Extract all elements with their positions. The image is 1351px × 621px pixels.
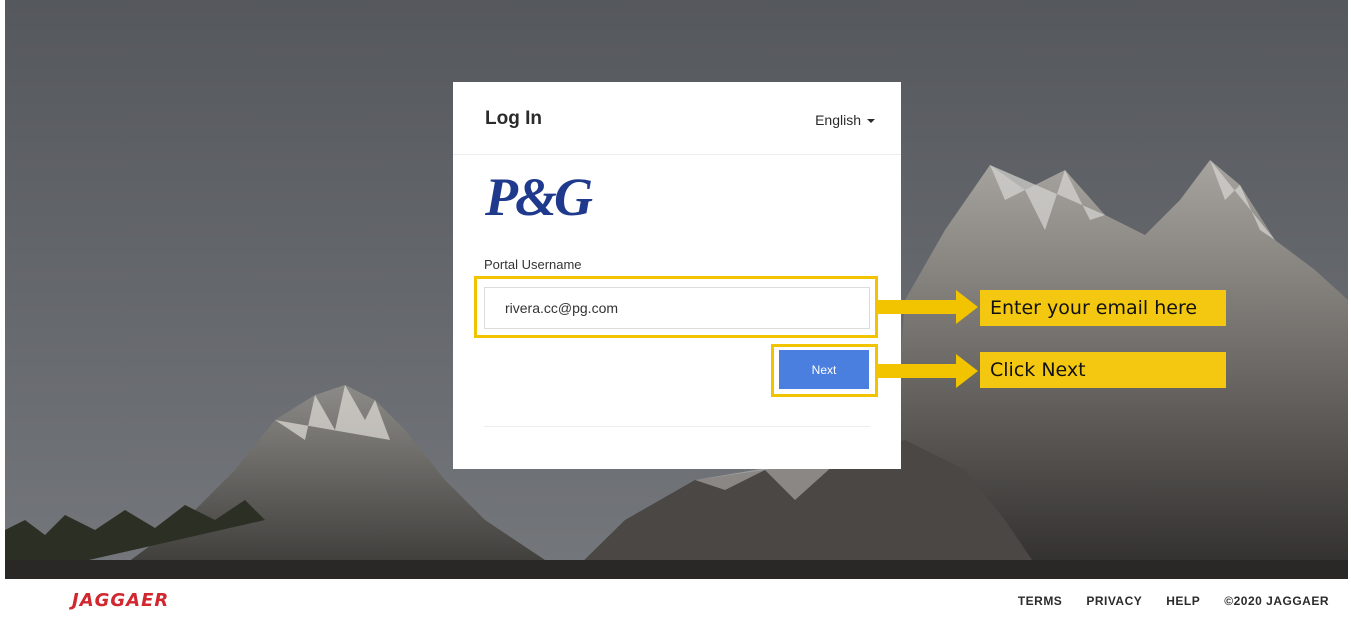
arrow-right-icon [878,290,978,324]
next-callout: Click Next [980,352,1226,388]
card-header: Log In English [453,82,901,155]
username-label: Portal Username [484,257,582,272]
privacy-link[interactable]: PRIVACY [1086,594,1142,608]
page-title: Log In [485,108,542,129]
help-link[interactable]: HELP [1166,594,1200,608]
arrow-right-icon [878,354,978,388]
next-highlight-box [771,344,878,397]
footer-links: TERMS PRIVACY HELP ©2020 JAGGAER [1018,594,1329,608]
email-callout: Enter your email here [980,290,1226,326]
footer: JAGGAER TERMS PRIVACY HELP ©2020 JAGGAER [0,579,1351,621]
divider [484,426,870,427]
language-label: English [815,112,861,128]
pg-logo: P&G [485,167,593,227]
terms-link[interactable]: TERMS [1018,594,1063,608]
email-highlight-box [474,276,878,338]
jaggaer-logo: JAGGAER [72,590,170,611]
caret-down-icon [867,119,875,123]
copyright-text: ©2020 JAGGAER [1224,594,1329,608]
language-selector[interactable]: English [815,112,875,128]
